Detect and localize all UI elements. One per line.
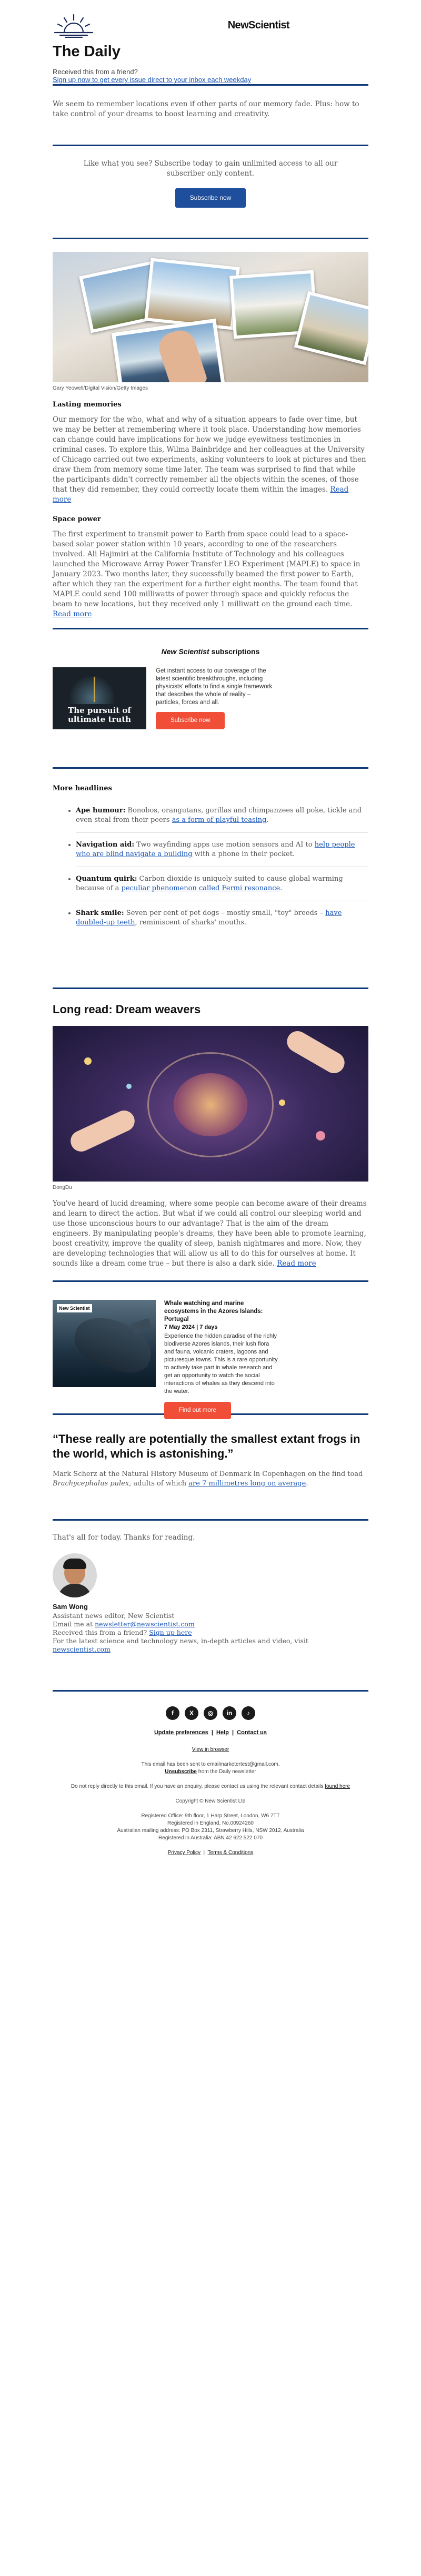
email-link[interactable]: newsletter@newscientist.com [95, 1620, 195, 1628]
signoff: That's all for today. Thanks for reading… [53, 1521, 368, 1690]
event-image: New Scientist [53, 1300, 156, 1387]
story-space-power: Space power The first experiment to tran… [53, 513, 368, 619]
sent-to-text: This email has been sent to emailmarkete… [141, 1762, 280, 1767]
contact-link[interactable]: Contact us [237, 1729, 267, 1736]
cta-text: Like what you see? Subscribe today to ga… [83, 159, 338, 178]
unsubscribe-link[interactable]: Unsubscribe [165, 1769, 197, 1775]
brand-logo: NewScientist [227, 19, 290, 31]
event-title: Whale watching and marine ecosystems in … [164, 1300, 263, 1322]
headline-item: Quantum quirk: Carbon dioxide is uniquel… [76, 874, 368, 901]
hero-caption: Gary Yeowell/Digital Vision/Getty Images [53, 385, 148, 391]
event-text: Experience the hidden paradise of the ri… [164, 1333, 278, 1394]
help-link[interactable]: Help [216, 1729, 229, 1736]
subscriptions-promo: New Scientist subscriptions The pursuit … [53, 629, 368, 767]
read-more-link[interactable]: Read more [53, 610, 92, 618]
long-read: Long read: Dream weavers DongDu You've h… [53, 989, 368, 1269]
author-name: Sam Wong [53, 1603, 88, 1611]
find-out-more-button[interactable]: Find out more [164, 1402, 231, 1419]
headline-link[interactable]: as a form of playful teasing [172, 816, 267, 824]
tiktok-icon[interactable]: ♪ [242, 1706, 255, 1720]
copyright: Copyright © New Scientist Ltd [175, 1798, 246, 1804]
addresses: Registered Office: 9th floor, 1 Harp Str… [117, 1813, 304, 1841]
subscribe-button[interactable]: Subscribe now [175, 188, 246, 208]
subs-image: The pursuit of ultimate truth [53, 667, 146, 729]
event-promo: New Scientist Whale watching and marine … [53, 1282, 368, 1419]
intro-text: We seem to remember locations even if ot… [53, 100, 359, 118]
site-link[interactable]: newscientist.com [53, 1645, 111, 1653]
header: NewScientist The Daily Received this fro… [53, 0, 368, 84]
quote-link[interactable]: are 7 millimetres long on average [188, 1480, 306, 1488]
headline-link[interactable]: peculiar phenomenon called Fermi resonan… [122, 884, 280, 892]
subs-title: New Scientist subscriptions [161, 647, 260, 656]
page-title: The Daily [53, 43, 121, 60]
story-heading: Lasting memories [53, 401, 122, 409]
subs-image-text: The pursuit of ultimate truth [67, 706, 132, 724]
signup-here-link[interactable]: Sign up here [149, 1628, 192, 1636]
subs-subscribe-button[interactable]: Subscribe now [156, 712, 225, 729]
privacy-link[interactable]: Privacy Policy [168, 1850, 201, 1856]
found-here-link[interactable]: found here [325, 1784, 350, 1789]
noreply-text: Do not reply directly to this email. If … [71, 1784, 325, 1789]
section-heading: More headlines [53, 785, 112, 792]
long-read-body: You've heard of lucid dreaming, where so… [53, 1199, 367, 1268]
view-in-browser-link[interactable]: View in browser [192, 1747, 229, 1753]
signup-link[interactable]: Sign up now to get every issue direct to… [53, 76, 251, 84]
sunrise-icon [54, 14, 94, 38]
story-body: Our memory for the who, what and why of … [53, 415, 366, 494]
event-date: 7 May 2024 | 7 days [164, 1324, 218, 1330]
terms-link[interactable]: Terms & Conditions [208, 1850, 254, 1856]
x-icon[interactable]: X [185, 1706, 198, 1720]
thanks-text: That's all for today. Thanks for reading… [53, 1533, 195, 1542]
quote-section: “These really are potentially the smalle… [53, 1415, 368, 1519]
subs-text: Get instant access to our coverage of th… [156, 668, 273, 706]
event-logo: New Scientist [57, 1304, 92, 1312]
author-role: Assistant news editor, New Scientist [53, 1612, 175, 1620]
divider [53, 238, 368, 239]
long-read-image [53, 1026, 368, 1182]
avatar [53, 1553, 97, 1597]
story-lasting-memories: Lasting memories Our memory for the who,… [53, 391, 368, 505]
linkedin-icon[interactable]: in [223, 1706, 236, 1720]
footer: f X ◎ in ♪ Update preferences | Help | C… [53, 1692, 368, 1857]
headline-item: Navigation aid: Two wayfinding apps use … [76, 840, 368, 867]
headline-item: Shark smile: Seven per cent of pet dogs … [76, 909, 368, 935]
quote-attribution: Mark Scherz at the Natural History Museu… [53, 1470, 363, 1488]
long-read-heading: Long read: Dream weavers [53, 1003, 201, 1016]
quote-text: “These really are potentially the smalle… [53, 1432, 360, 1460]
more-headlines: More headlines Ape humour: Bonobos, oran… [53, 769, 368, 987]
facebook-icon[interactable]: f [166, 1706, 179, 1720]
long-read-caption: DongDu [53, 1185, 72, 1190]
hero-image [53, 252, 368, 382]
instagram-icon[interactable]: ◎ [204, 1706, 217, 1720]
preferences-link[interactable]: Update preferences [154, 1729, 208, 1736]
headline-item: Ape humour: Bonobos, orangutans, gorilla… [76, 806, 368, 833]
story-body: The first experiment to transmit power t… [53, 530, 360, 608]
forward-text: Received this from a friend? [53, 68, 138, 76]
subscribe-cta: Like what you see? Subscribe today to ga… [53, 146, 368, 238]
read-more-link[interactable]: Read more [277, 1259, 316, 1268]
story-heading: Space power [53, 515, 101, 523]
